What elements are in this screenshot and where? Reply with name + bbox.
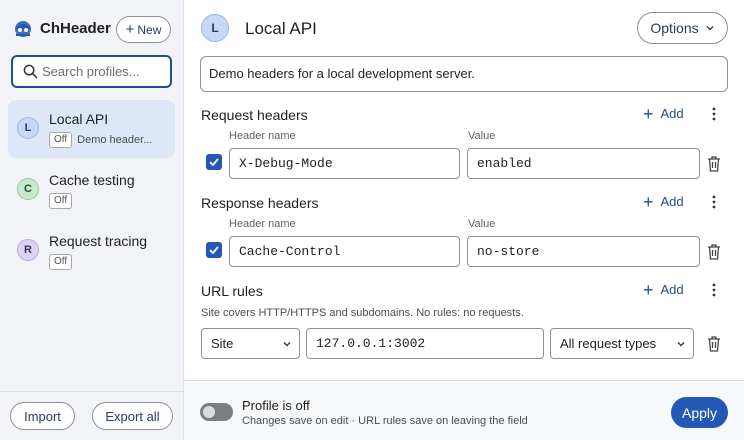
avatar: C <box>17 178 39 200</box>
toggle-knob <box>203 406 215 418</box>
description-field[interactable]: Demo headers for a local development ser… <box>200 56 728 92</box>
plus-icon: + <box>643 191 654 212</box>
response-header-name-input[interactable]: Cache-Control <box>229 236 460 267</box>
checkmark-icon <box>209 158 219 167</box>
profile-name: Request tracing <box>49 233 148 249</box>
profile-name: Local API <box>49 111 109 127</box>
add-label: Add <box>660 194 684 209</box>
new-profile-button[interactable]: + New <box>116 16 171 43</box>
url-rules-menu-icon[interactable] <box>708 282 720 298</box>
profile-item-local-api[interactable]: L Local API Off Demo header... <box>8 100 175 158</box>
editor-footer: Profile is off Changes save on edit · UR… <box>184 380 744 440</box>
profile-item-request-tracing[interactable]: R Request tracing Off <box>8 222 175 280</box>
chevron-down-icon <box>283 342 291 347</box>
page-title: Local API <box>245 19 317 38</box>
profile-list: L Local API Off Demo header... C Cache t… <box>8 100 175 283</box>
trash-icon[interactable] <box>706 335 722 353</box>
search-box <box>11 55 172 88</box>
chevron-down-icon <box>706 25 714 31</box>
profile-item-cache-testing[interactable]: C Cache testing Off <box>8 161 175 219</box>
avatar: R <box>17 239 39 261</box>
column-header-value: Value <box>468 218 496 230</box>
column-header-name: Header name <box>229 218 296 230</box>
search-icon <box>23 64 38 79</box>
plus-icon: + <box>643 279 654 300</box>
add-label: Add <box>660 282 684 297</box>
export-all-button[interactable]: Export all <box>92 402 173 430</box>
add-label: Add <box>660 106 684 121</box>
avatar: L <box>201 14 229 42</box>
request-types-select[interactable]: All request types <box>550 328 694 359</box>
app-logo-icon <box>15 21 31 37</box>
app-name: ChHeader <box>40 19 111 37</box>
profile-description: Demo header... <box>77 134 153 146</box>
url-rules-title: URL rules <box>201 283 263 299</box>
request-header-name-input[interactable]: X-Debug-Mode <box>229 148 460 179</box>
chevron-down-icon <box>677 342 685 347</box>
profile-editor: L Local API Options Demo headers for a l… <box>184 0 744 440</box>
options-label: Options <box>650 20 699 36</box>
profile-enabled-toggle[interactable] <box>200 403 233 421</box>
options-button[interactable]: Options <box>637 12 728 44</box>
sidebar: ChHeader + New L Local API Off Demo head… <box>0 0 184 440</box>
add-url-rule-button[interactable]: + Add <box>643 279 684 300</box>
trash-icon[interactable] <box>706 155 722 173</box>
search-input[interactable] <box>42 64 162 79</box>
new-profile-label: New <box>137 22 162 37</box>
response-headers-menu-icon[interactable] <box>708 194 720 210</box>
avatar: L <box>17 117 39 139</box>
url-rules-note: Site covers HTTP/HTTPS and subdomains. N… <box>201 307 524 319</box>
response-header-value-input[interactable]: no-store <box>467 236 700 267</box>
save-hint-text: Changes save on edit · URL rules save on… <box>242 415 528 427</box>
request-header-value-input[interactable]: enabled <box>467 148 700 179</box>
add-response-header-button[interactable]: + Add <box>643 191 684 212</box>
status-badge: Off <box>49 254 73 270</box>
profile-status-text: Profile is off <box>242 398 310 413</box>
trash-icon[interactable] <box>706 243 722 261</box>
profile-name: Cache testing <box>49 172 135 188</box>
response-headers-title: Response headers <box>201 195 319 211</box>
add-request-header-button[interactable]: + Add <box>643 103 684 124</box>
request-header-checkbox[interactable] <box>206 154 222 170</box>
sidebar-footer: Import Export all <box>0 391 184 440</box>
checkmark-icon <box>209 246 219 255</box>
status-badge: Off <box>49 132 73 148</box>
column-header-name: Header name <box>229 130 296 142</box>
import-button[interactable]: Import <box>10 402 75 430</box>
brand: ChHeader <box>12 17 111 39</box>
apply-button[interactable]: Apply <box>671 397 728 428</box>
request-headers-title: Request headers <box>201 107 308 123</box>
match-type-value: Site <box>211 336 234 351</box>
url-pattern-input[interactable]: 127.0.0.1:3002 <box>306 328 544 359</box>
response-header-checkbox[interactable] <box>206 242 222 258</box>
plus-icon: + <box>125 20 135 38</box>
request-headers-menu-icon[interactable] <box>708 106 720 122</box>
plus-icon: + <box>643 103 654 124</box>
match-type-select[interactable]: Site <box>201 328 300 359</box>
status-badge: Off <box>49 193 73 209</box>
column-header-value: Value <box>468 130 496 142</box>
request-types-value: All request types <box>560 336 657 351</box>
